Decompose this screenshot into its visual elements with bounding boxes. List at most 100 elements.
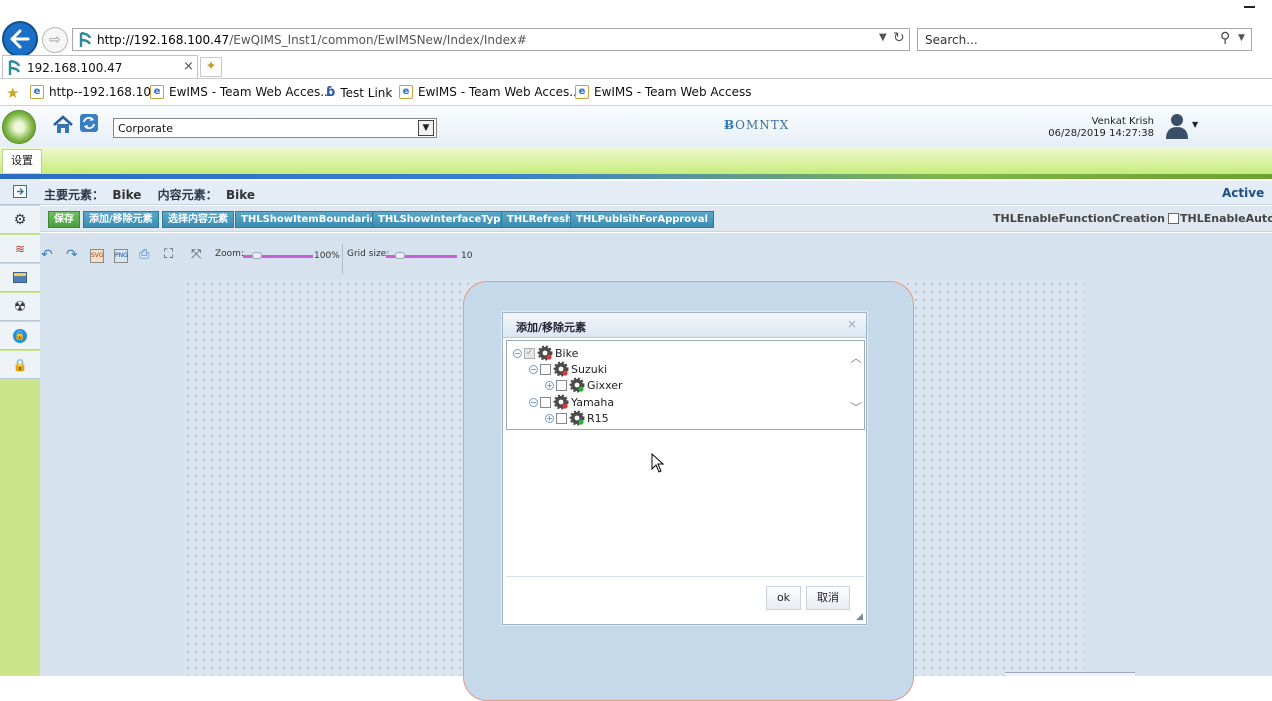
home-icon[interactable] xyxy=(52,114,74,136)
tab-title: 192.168.100.47 xyxy=(27,61,123,75)
tree-node-yamaha[interactable]: − Yamaha xyxy=(529,394,614,410)
favorite-item[interactable]: e EwIMS - Team Web Access xyxy=(575,85,751,99)
rail-lock-button[interactable]: 🔒 xyxy=(0,322,40,350)
enable-automation-toggle[interactable]: THLEnableAutom xyxy=(1180,212,1272,225)
search-icon[interactable]: ⚲ xyxy=(1220,30,1230,46)
export-svg-icon[interactable]: SVG xyxy=(90,249,104,263)
tree-node-gixxer[interactable]: + Gixxer xyxy=(545,377,623,393)
window-minimize-button[interactable] xyxy=(1244,6,1255,8)
favorite-item[interactable]: e http--192.168.100 xyxy=(30,85,159,99)
favorite-label: EwIMS - Team Web Access xyxy=(594,85,752,99)
collapse-icon[interactable]: − xyxy=(529,364,538,374)
radiation-icon: ☢ xyxy=(13,298,27,315)
rail-radiation-button[interactable]: ☢ xyxy=(0,293,40,321)
redo-icon[interactable]: ↷ xyxy=(66,247,78,263)
zoom-slider-handle[interactable] xyxy=(252,252,262,259)
address-bar[interactable]: http://192.168.100.47/EwQIMS_Inst1/commo… xyxy=(72,28,910,51)
dialog-close-icon[interactable]: × xyxy=(847,317,857,331)
collapse-icon[interactable]: − xyxy=(529,397,538,407)
lock-icon: 🔒 xyxy=(13,328,27,343)
tree-node-bike[interactable]: − ✓ Bike xyxy=(513,345,578,361)
cancel-button[interactable]: 取消 xyxy=(806,586,850,610)
grid-size-label: Grid size: xyxy=(347,249,390,259)
user-timestamp: 06/28/2019 14:27:38 xyxy=(1048,128,1154,139)
scroll-up-icon[interactable]: ︿ xyxy=(850,349,862,366)
export-png-icon[interactable]: PNG xyxy=(114,249,128,263)
refresh-app-icon[interactable] xyxy=(80,114,98,132)
main-element-label: 主要元素： xyxy=(44,188,105,202)
user-avatar-icon[interactable] xyxy=(1164,111,1190,139)
expand-icon[interactable]: + xyxy=(545,413,554,423)
rail-layers-button[interactable]: ≋ xyxy=(0,235,40,263)
undo-icon[interactable]: ↶ xyxy=(41,247,53,263)
resize-handle-icon[interactable]: ◢ xyxy=(856,612,863,622)
url-host: http://192.168.100.47 xyxy=(97,33,230,47)
tree-node-suzuki[interactable]: − Suzuki xyxy=(529,361,607,377)
show-item-boundaries-button[interactable]: THLShowItemBoundaries xyxy=(235,211,389,228)
url-path: /EwQIMS_Inst1/common/EwIMSNew/Index/Inde… xyxy=(229,33,527,47)
node-checkbox[interactable] xyxy=(556,412,567,424)
tree-node-label: Bike xyxy=(555,346,579,360)
favorite-label: http--192.168.100 xyxy=(49,85,159,99)
toolbar-separator xyxy=(342,244,343,274)
rail-collapse-button[interactable] xyxy=(0,179,40,205)
layers-icon: ≋ xyxy=(14,241,26,256)
enable-function-creation-toggle[interactable]: THLEnableFunctionCreation xyxy=(993,212,1179,225)
add-remove-element-button[interactable]: 添加/移除元素 xyxy=(83,211,159,228)
forward-button[interactable]: ⇨ xyxy=(42,27,68,53)
node-checkbox[interactable] xyxy=(540,396,551,408)
app-logo-icon[interactable] xyxy=(2,110,36,144)
node-checkbox[interactable] xyxy=(540,363,551,375)
expand-icon[interactable]: + xyxy=(545,380,554,390)
scroll-down-icon[interactable]: ﹀ xyxy=(850,399,862,416)
rail-settings-button[interactable]: ⚙ xyxy=(0,206,40,234)
search-placeholder: Search... xyxy=(925,33,978,47)
fullscreen-icon[interactable]: ⛶ xyxy=(164,247,173,262)
gear-icon: ⚙ xyxy=(13,211,27,228)
user-menu-chevron-icon[interactable]: ▼ xyxy=(1192,120,1198,129)
enable-function-checkbox[interactable] xyxy=(1167,213,1179,224)
organization-select[interactable]: Corporate ▼ xyxy=(113,118,437,138)
canvas-scrollbar[interactable] xyxy=(1005,672,1135,676)
gear-icon xyxy=(569,377,585,393)
grid-size-slider-handle[interactable] xyxy=(395,252,406,259)
new-tab-button[interactable]: ✦ xyxy=(200,57,222,77)
status-badge: Active xyxy=(1222,186,1265,200)
rail-table-button[interactable] xyxy=(0,264,40,292)
favorite-item[interactable]: e EwIMS - Team Web Acces... xyxy=(399,85,581,99)
favorite-item[interactable]: e EwIMS - Team Web Acces... xyxy=(150,85,332,99)
zoom-value: 100% xyxy=(314,251,340,261)
tree-node-r15[interactable]: + R15 xyxy=(545,410,609,426)
search-input[interactable]: Search... ⚲ ▼ xyxy=(917,28,1252,51)
refresh-button[interactable]: THLRefresh xyxy=(501,211,579,228)
back-button[interactable] xyxy=(2,21,38,57)
favorite-item[interactable]: ɓ Test Link xyxy=(326,85,392,100)
print-icon[interactable]: ⎙ xyxy=(139,247,149,262)
show-interface-type-button[interactable]: THLShowInterfaceType xyxy=(372,211,514,228)
tree-scrollbar[interactable]: ︿ ﹀ xyxy=(848,341,864,429)
dialog-footer-divider xyxy=(506,576,865,577)
module-tab-strip xyxy=(0,147,1272,174)
browser-tab-active[interactable]: 192.168.100.47 × xyxy=(2,55,198,79)
ie-page-icon: e xyxy=(150,85,164,99)
node-checkbox[interactable] xyxy=(556,379,567,391)
tab-settings[interactable]: 设置 xyxy=(2,149,42,173)
tab-close-icon[interactable]: × xyxy=(183,59,194,74)
collapse-icon[interactable]: − xyxy=(513,348,522,358)
address-dropdown-icon[interactable]: ▼ xyxy=(879,32,887,43)
testlink-icon: ɓ xyxy=(326,85,336,100)
favorites-star-icon[interactable]: ★ xyxy=(6,84,19,102)
select-content-element-button[interactable]: 选择内容元素 xyxy=(162,211,234,228)
brand-text: OMNTX xyxy=(735,118,790,132)
ok-button[interactable]: ok xyxy=(766,586,801,610)
fit-to-screen-icon[interactable]: ⤧ xyxy=(191,247,201,262)
gear-icon xyxy=(553,361,569,377)
favorite-label: EwIMS - Team Web Acces... xyxy=(169,85,332,99)
refresh-icon[interactable]: ↻ xyxy=(893,30,905,46)
publish-for-approval-button[interactable]: THLPublsihForApproval xyxy=(570,211,714,228)
chevron-down-icon[interactable]: ▼ xyxy=(418,120,434,136)
search-dropdown-icon[interactable]: ▼ xyxy=(1238,33,1245,43)
enable-function-label: THLEnableFunctionCreation xyxy=(993,212,1165,225)
rail-padlock-button[interactable]: 🔒 xyxy=(0,351,40,379)
save-button[interactable]: 保存 xyxy=(48,211,80,228)
